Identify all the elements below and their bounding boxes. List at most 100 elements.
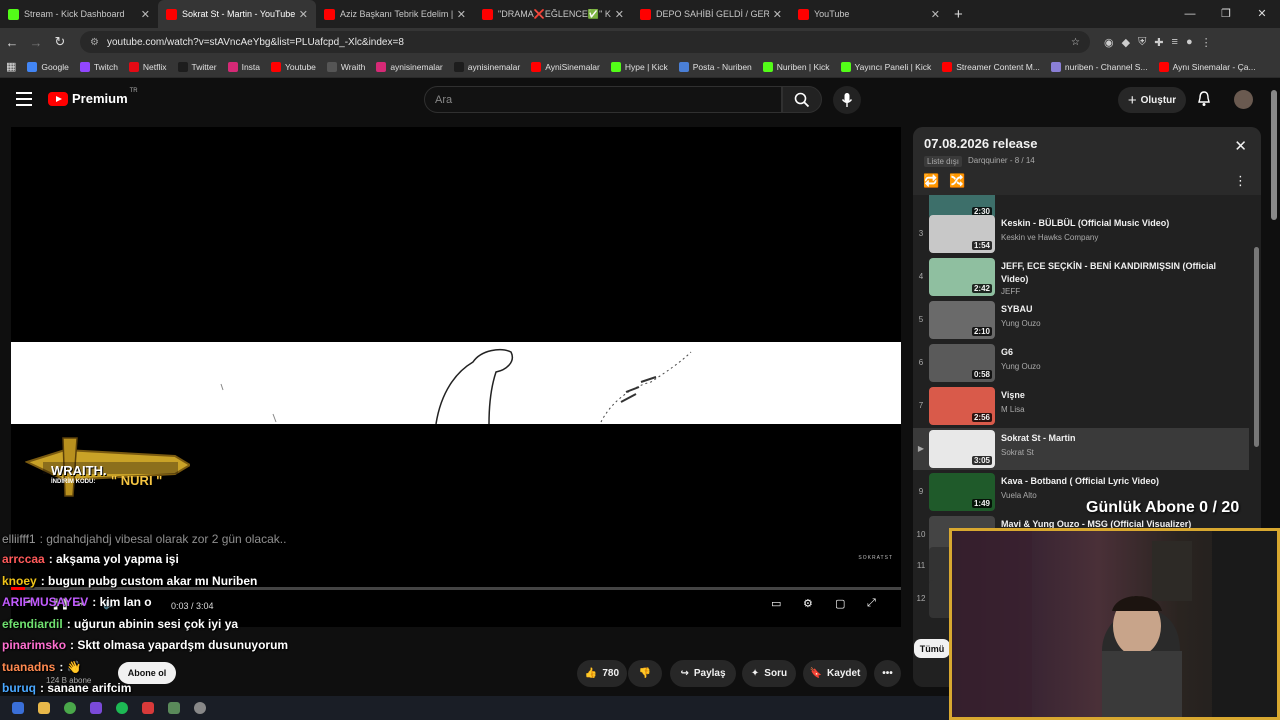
playlist-item-title: G6 [1001, 347, 1014, 357]
youtube-play-icon [48, 91, 68, 106]
browser-tab[interactable]: "DRAMA❌EĞLENCE✅" Kick A ✕ [474, 0, 632, 28]
close-tab-icon[interactable]: ✕ [299, 8, 308, 21]
extensions-puzzle-icon[interactable]: ✚ [1154, 36, 1163, 49]
file-explorer-icon[interactable] [38, 702, 50, 714]
browser-tab[interactable]: YouTube ✕ [790, 0, 948, 28]
create-button[interactable]: + Oluştur [1118, 87, 1186, 113]
bookmark-item[interactable]: Youtube [271, 61, 316, 72]
share-button[interactable]: ↪ Paylaş [670, 660, 736, 687]
bookmark-item[interactable]: Streamer Content M... [942, 61, 1040, 72]
playlist-item-index: 7 [918, 401, 924, 410]
filter-chip-all[interactable]: Tümü [914, 639, 950, 658]
browser-tab[interactable]: DEPO SAHİBİ GELDİ / GERGİNLİ ✕ [632, 0, 790, 28]
bell-icon [1198, 91, 1210, 106]
bookmark-label: Streamer Content M... [956, 61, 1040, 72]
close-tab-icon[interactable]: ✕ [773, 8, 782, 21]
bookmark-item[interactable]: Google [27, 61, 69, 72]
account-avatar[interactable] [1234, 90, 1253, 109]
playlist-item[interactable]: 6 0:58 G6 Yung Ouzo [913, 342, 1249, 384]
bookmark-item[interactable]: Wraith [326, 61, 365, 72]
browser-tab-strip: Stream - Kick Dashboard ✕ Sokrat St - Mart… [0, 0, 1280, 28]
playlist-item-title: SYBAU [1001, 304, 1033, 314]
shuffle-icon[interactable]: 🔀 [949, 173, 965, 189]
sponsor-banner: WRAITH. İNDİRİM KODU: " NURI " [24, 432, 192, 502]
loop-icon[interactable]: 🔁 [923, 173, 939, 189]
back-icon[interactable]: ← [0, 35, 24, 50]
browser-tab[interactable]: Aziz Başkanı Tebrik Edelim | Yazı ✕ [316, 0, 474, 28]
hamburger-menu-icon[interactable] [16, 92, 32, 106]
playlist-item[interactable]: ▶ 3:05 Sokrat St - Martin Sokrat St [913, 428, 1249, 470]
settings-gear-icon[interactable]: ⚙ [803, 597, 813, 610]
dislike-button[interactable]: 👎 [628, 660, 662, 687]
notifications-button[interactable] [1197, 91, 1211, 112]
extension-icon[interactable]: ◆ [1122, 36, 1130, 49]
chat-message: arrccaa: akşama yol yapma işi [2, 549, 302, 571]
apps-grid-icon[interactable]: ▦ [6, 60, 16, 73]
playlist-title[interactable]: 07.08.2026 release [924, 136, 1038, 151]
youtube-premium-logo[interactable]: Premium TR [48, 87, 138, 106]
spotify-icon[interactable] [116, 702, 128, 714]
chat-message: elliifff1: gdnahdjahdj vibesal olarak zo… [2, 530, 302, 549]
voice-search-button[interactable] [833, 86, 861, 114]
bookmark-item[interactable]: Netflix [128, 61, 167, 72]
ask-button[interactable]: ✦ Soru [742, 660, 796, 687]
minimize-icon[interactable]: — [1172, 0, 1208, 28]
bookmark-label: Twitter [191, 61, 217, 72]
bookmark-item[interactable]: Twitch [79, 61, 118, 72]
close-icon[interactable]: ✕ [1234, 137, 1247, 155]
subtitles-icon[interactable]: ▭ [771, 597, 781, 610]
obs-icon[interactable] [142, 702, 154, 714]
close-window-icon[interactable]: ✕ [1244, 0, 1280, 28]
more-vertical-icon[interactable]: ⋮ [1234, 173, 1247, 189]
profile-icon[interactable]: ● [1186, 36, 1193, 49]
bookmark-item[interactable]: Insta [227, 61, 260, 72]
bookmark-item[interactable]: Aynı Sinemalar - Ça... [1158, 61, 1256, 72]
playlist-thumbnail: 2:56 [929, 387, 995, 425]
bookmark-item[interactable]: AyniSinemalar [531, 61, 600, 72]
browser-menu-icon[interactable]: ⋮ [1201, 36, 1212, 49]
app-icon[interactable] [168, 702, 180, 714]
maximize-icon[interactable]: ❐ [1208, 0, 1244, 28]
bookmark-item[interactable]: aynisinemalar [453, 61, 520, 72]
like-button[interactable]: 👍 780 [577, 660, 627, 687]
playlist-item[interactable]: 7 2:56 Vişne M Lisa [913, 385, 1249, 427]
playlist-item[interactable]: 3 1:54 Keskin - BÜLBÜL (Official Music Vid… [913, 213, 1249, 255]
bookmark-item[interactable]: Twitter [177, 61, 217, 72]
bookmark-item[interactable]: aynisinemalar [376, 61, 443, 72]
bookmark-item[interactable]: Yayıncı Paneli | Kick [840, 61, 931, 72]
media-icon[interactable]: ≡ [1172, 36, 1178, 49]
close-tab-icon[interactable]: ✕ [931, 8, 940, 21]
chrome-icon[interactable] [64, 702, 76, 714]
site-info-icon[interactable]: ⚙ [90, 37, 99, 48]
start-icon[interactable] [12, 702, 24, 714]
bookmark-star-icon[interactable]: ☆ [1071, 37, 1080, 48]
playlist-item[interactable]: 5 2:10 SYBAU Yung Ouzo [913, 299, 1249, 341]
close-tab-icon[interactable]: ✕ [615, 8, 624, 21]
bookmark-item[interactable]: Nuriben | Kick [762, 61, 830, 72]
more-actions-button[interactable]: ••• [874, 660, 901, 687]
search-button[interactable] [782, 86, 822, 113]
close-tab-icon[interactable]: ✕ [141, 8, 150, 21]
bookmark-item[interactable]: Posta - Nuriben [678, 61, 752, 72]
search-input[interactable]: Ara [424, 86, 782, 113]
browser-tab[interactable]: Stream - Kick Dashboard ✕ [0, 0, 158, 28]
discord-icon[interactable] [90, 702, 102, 714]
fullscreen-icon[interactable]: ⤢ [867, 597, 876, 610]
playlist-item[interactable]: 4 2:42 JEFF, ECE SEÇKİN - BENİ KANDIRMIŞSI… [913, 256, 1249, 298]
extension-icon[interactable]: ⛨ [1138, 36, 1146, 49]
close-tab-icon[interactable]: ✕ [457, 8, 466, 21]
bookmark-item[interactable]: Hype | Kick [610, 61, 668, 72]
chat-message: efendiardil: uğurun abinin sesi çok iyi … [2, 614, 302, 636]
reload-icon[interactable]: ↻ [48, 34, 72, 50]
forward-icon[interactable]: → [24, 35, 48, 50]
app-icon[interactable] [194, 702, 206, 714]
url-field[interactable]: ⚙ youtube.com/watch?v=stAVncAeYbg&list=P… [80, 31, 1090, 53]
save-button[interactable]: 🔖 Kaydet [803, 660, 867, 687]
search-icon [794, 92, 810, 107]
browser-tab[interactable]: Sokrat St - Martin - YouTube ✕ [158, 0, 316, 28]
bookmark-item[interactable]: nuriben - Channel S... [1050, 61, 1148, 72]
theater-mode-icon[interactable]: ▢ [835, 597, 845, 610]
extension-icon[interactable]: ◉ [1104, 36, 1114, 49]
new-tab-button[interactable]: + [954, 6, 963, 23]
logo-region: TR [129, 87, 138, 94]
